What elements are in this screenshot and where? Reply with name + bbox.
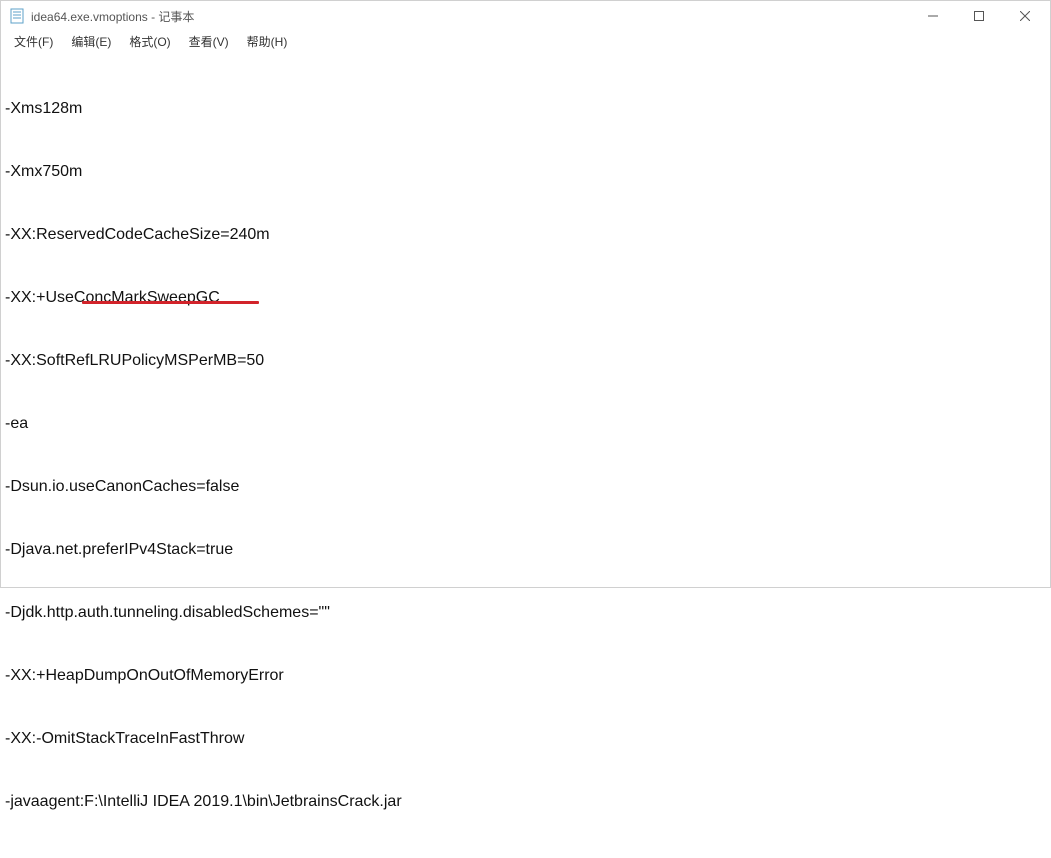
editor-line: -Xmx750m [5, 161, 1046, 182]
editor-line: -javaagent:F:\IntelliJ IDEA 2019.1\bin\J… [5, 791, 1046, 812]
notepad-icon [9, 8, 25, 24]
editor-line: -XX:-OmitStackTraceInFastThrow [5, 728, 1046, 749]
menu-file[interactable]: 文件(F) [5, 31, 62, 52]
minimize-button[interactable] [910, 1, 956, 31]
editor-line: -XX:ReservedCodeCacheSize=240m [5, 224, 1046, 245]
menu-bar: 文件(F) 编辑(E) 格式(O) 查看(V) 帮助(H) [1, 31, 1050, 52]
menu-view[interactable]: 查看(V) [180, 31, 238, 52]
editor-line: -ea [5, 413, 1046, 434]
editor-line: -Dsun.io.useCanonCaches=false [5, 476, 1046, 497]
editor-line: -Xms128m [5, 98, 1046, 119]
editor-line: -Djava.net.preferIPv4Stack=true [5, 539, 1046, 560]
editor-line: -XX:SoftRefLRUPolicyMSPerMB=50 [5, 350, 1046, 371]
editor-line: -Djdk.http.auth.tunneling.disabledScheme… [5, 602, 1046, 623]
menu-help[interactable]: 帮助(H) [238, 31, 297, 52]
editor-line: -XX:+HeapDumpOnOutOfMemoryError [5, 665, 1046, 686]
editor-line: -XX:+UseConcMarkSweepGC [5, 287, 1046, 308]
menu-edit[interactable]: 编辑(E) [62, 31, 120, 52]
maximize-button[interactable] [956, 1, 1002, 31]
window-controls [910, 1, 1048, 31]
window-titlebar: idea64.exe.vmoptions - 记事本 [1, 1, 1050, 31]
red-underline-annotation [82, 301, 259, 304]
editor-content[interactable]: -Xms128m -Xmx750m -XX:ReservedCodeCacheS… [1, 52, 1050, 858]
close-button[interactable] [1002, 1, 1048, 31]
menu-format[interactable]: 格式(O) [120, 31, 179, 52]
window-title: idea64.exe.vmoptions - 记事本 [31, 8, 194, 25]
